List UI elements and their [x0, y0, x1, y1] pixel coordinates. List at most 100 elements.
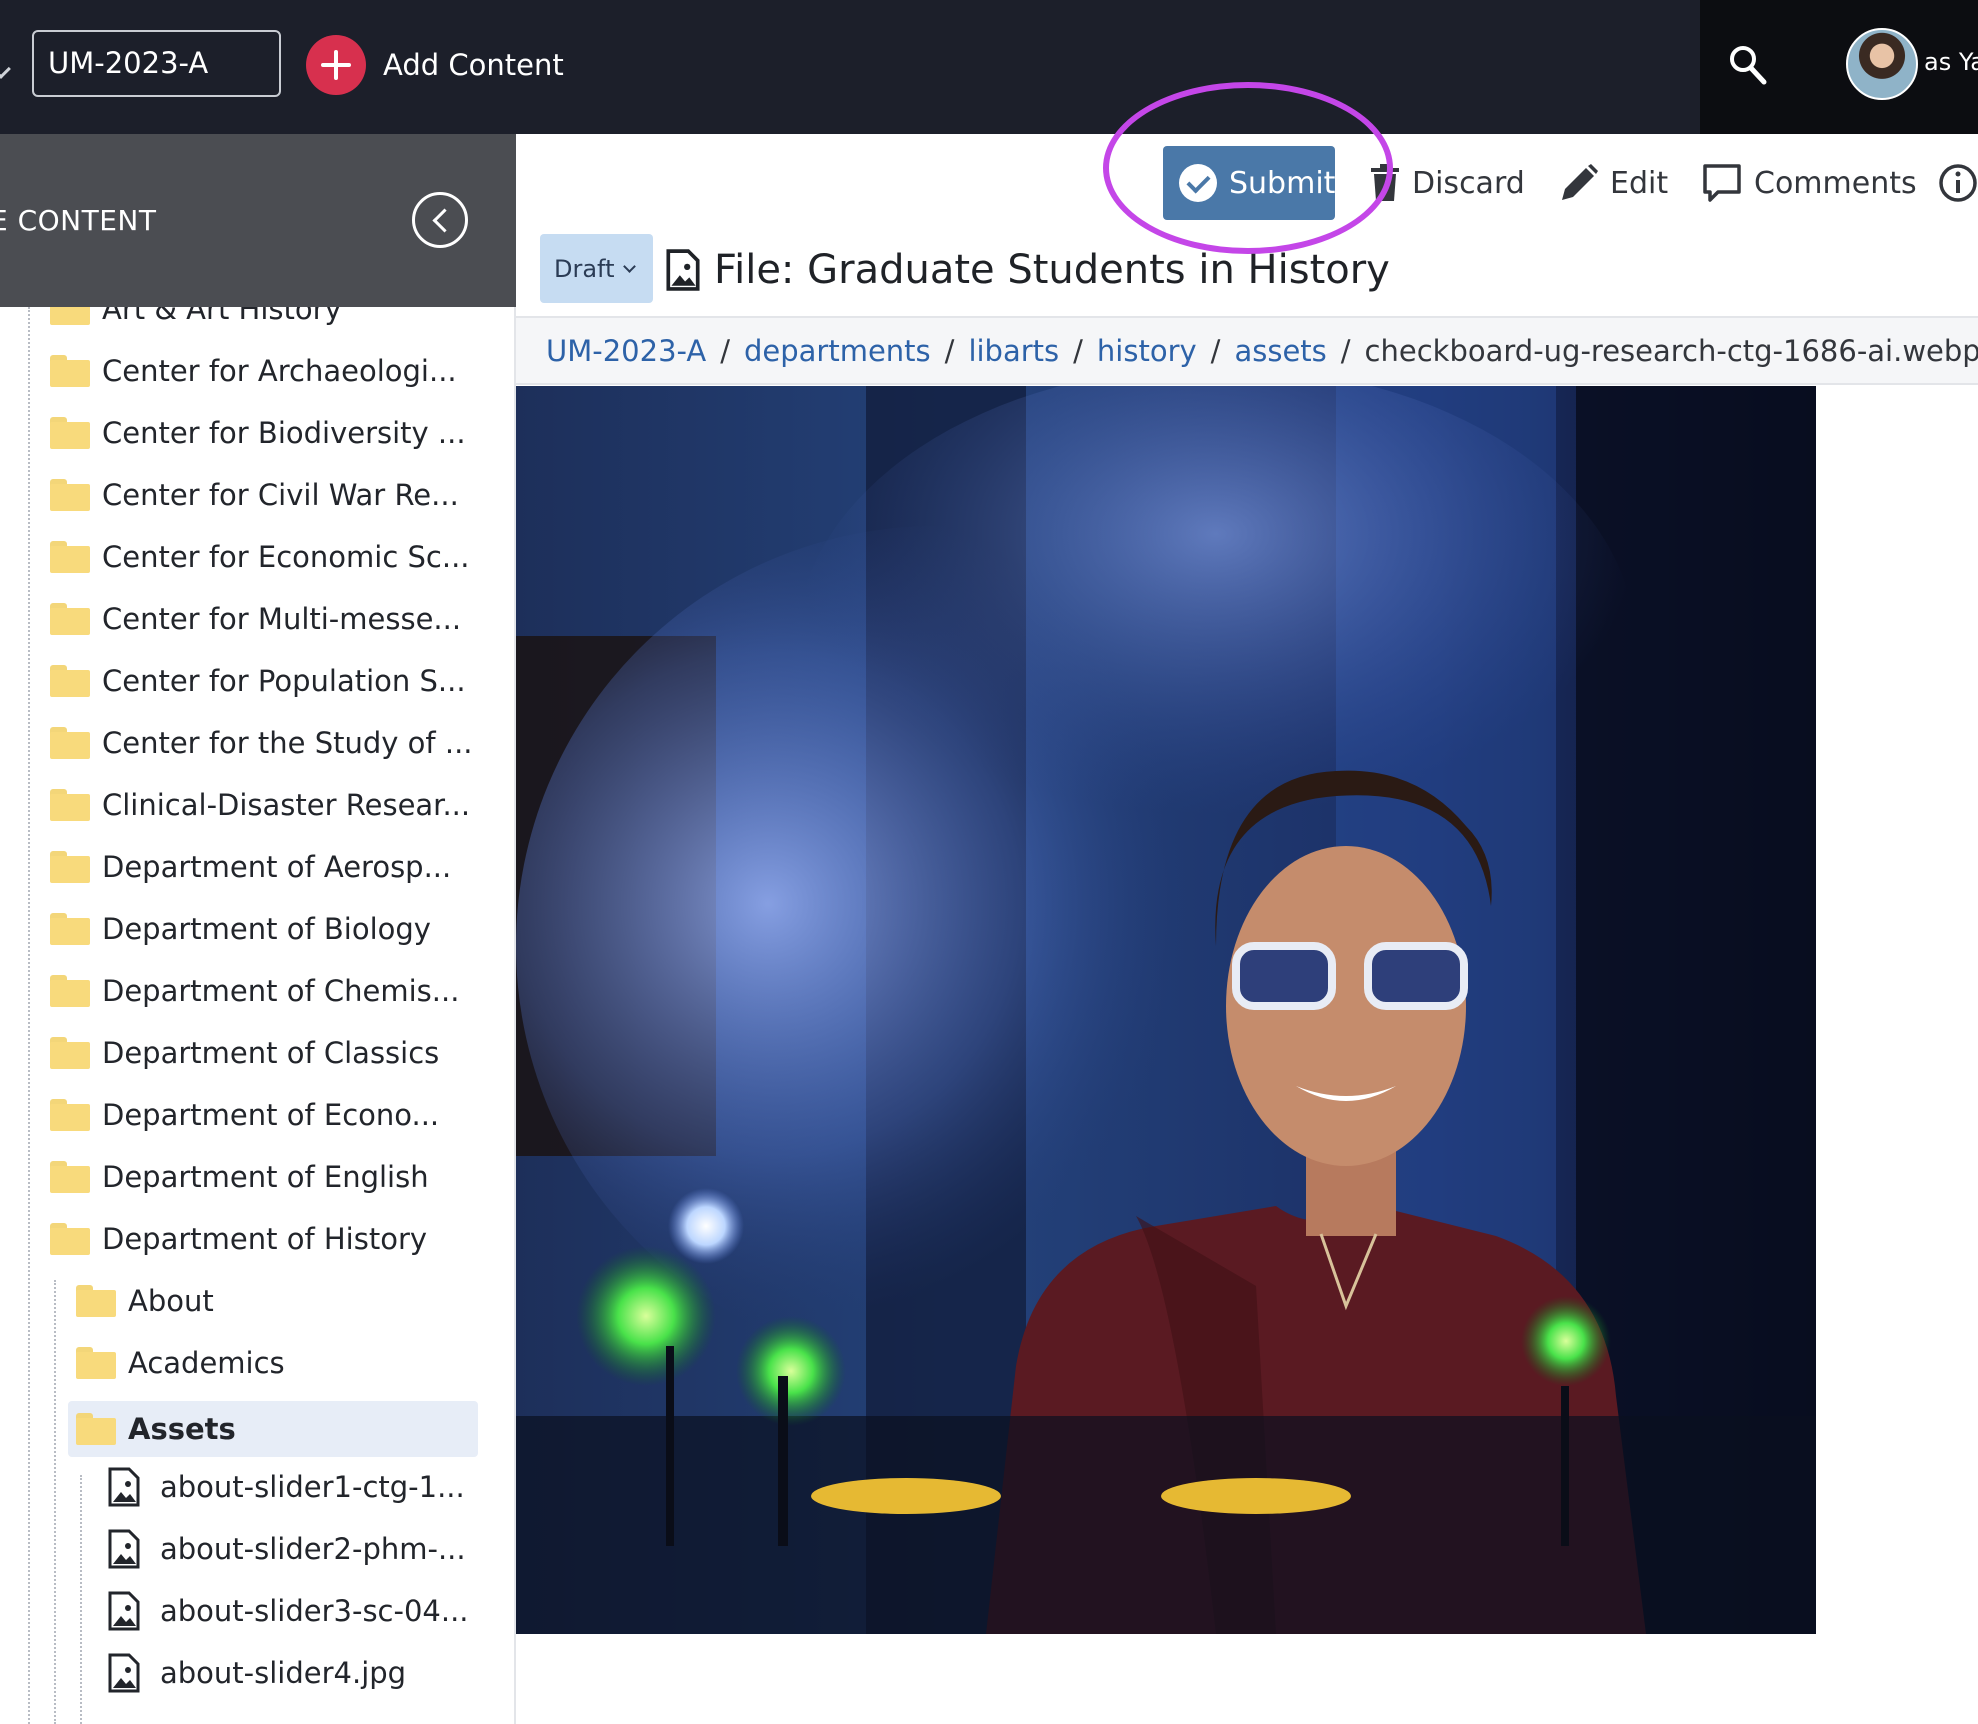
tree-item-about[interactable]: About — [76, 1274, 214, 1328]
tree-item-folder[interactable]: Department of Classics — [50, 1026, 439, 1080]
sidebar-header: E CONTENT — [0, 134, 516, 307]
site-selector[interactable]: UM-2023-A — [32, 30, 281, 97]
tree-item-folder[interactable]: Department of Aerosp... — [50, 840, 451, 894]
tree-item-folder[interactable]: Department of Chemis... — [50, 964, 459, 1018]
tree-item-label: Department of Chemis... — [102, 974, 460, 1008]
tree-item-file[interactable]: about-slider3-sc-04... — [108, 1584, 469, 1638]
folder-icon — [50, 727, 90, 759]
breadcrumb-separator: / — [1210, 333, 1221, 368]
folder-icon — [50, 665, 90, 697]
tree-guide-line — [80, 1475, 82, 1724]
add-content-button[interactable]: Add Content — [306, 34, 564, 96]
tree-item-label: Center for Biodiversity ... — [102, 416, 466, 450]
breadcrumb-link[interactable]: libarts — [968, 334, 1059, 368]
chevron-down-icon[interactable] — [0, 59, 11, 79]
comment-icon — [1703, 164, 1741, 202]
tree-item-academics[interactable]: Academics — [76, 1336, 285, 1390]
tree-item-folder[interactable]: Center for Archaeologi... — [50, 344, 457, 398]
content-tree: Art & Art History Center for Archaeologi… — [0, 307, 516, 1724]
tree-item-label: Department of Aerosp... — [102, 850, 452, 884]
tree-item-assets[interactable]: Assets — [68, 1401, 478, 1457]
tree-item-folder[interactable]: Center for Biodiversity ... — [50, 406, 466, 460]
tree-item-label: Center for Civil War Re... — [102, 478, 459, 512]
tree-item-label: Department of Econo... — [102, 1098, 440, 1132]
folder-icon — [76, 1285, 116, 1317]
collapse-sidebar-button[interactable] — [412, 192, 468, 248]
tree-item-label: Center for Population S... — [102, 664, 466, 698]
folder-icon — [50, 975, 90, 1007]
page-title: File: Graduate Students in History — [714, 247, 1390, 293]
tree-item-folder[interactable]: Center for Population S... — [50, 654, 466, 708]
tree-guide-line — [54, 1280, 56, 1724]
draft-label: Draft — [554, 254, 615, 283]
discard-button[interactable]: Discard — [1370, 160, 1525, 206]
breadcrumb-separator: / — [720, 333, 730, 368]
submit-button[interactable]: Submit — [1163, 146, 1335, 220]
breadcrumb-link[interactable]: history — [1097, 334, 1197, 368]
folder-icon — [50, 355, 90, 387]
edit-button[interactable]: Edit — [1560, 160, 1668, 206]
breadcrumb: UM-2023-A / departments / libarts / hist… — [516, 316, 1978, 385]
tree-item-folder[interactable]: Center for Economic Sc... — [50, 530, 470, 584]
folder-icon — [50, 1037, 90, 1069]
image-preview — [516, 386, 1816, 1634]
image-file-icon — [666, 249, 700, 291]
pencil-icon — [1562, 164, 1598, 200]
folder-icon — [50, 1223, 90, 1255]
breadcrumb-current: checkboard-ug-research-ctg-1686-ai.webp — [1364, 333, 1978, 368]
tree-item-label: Assets — [128, 1412, 236, 1446]
comments-button[interactable]: Comments — [1702, 160, 1917, 206]
tree-item-label: Department of English — [102, 1160, 429, 1194]
submit-label: Submit — [1229, 165, 1336, 201]
draft-status-dropdown[interactable]: Draft — [540, 234, 653, 303]
tree-item-label: Academics — [128, 1346, 285, 1380]
breadcrumb-separator: / — [944, 333, 955, 368]
tree-item-folder[interactable]: Department of Econo... — [50, 1088, 439, 1142]
tree-item-folder[interactable]: Department of English — [50, 1150, 429, 1204]
page-title-area: File: Graduate Students in History — [666, 244, 1390, 296]
edit-label: Edit — [1610, 165, 1669, 201]
tree-item-file[interactable]: about-slider4.jpg — [108, 1646, 406, 1700]
tree-item-label: about-slider4.jpg — [160, 1656, 407, 1690]
breadcrumb-link[interactable]: assets — [1234, 334, 1326, 368]
breadcrumb-separator: / — [1073, 333, 1083, 368]
user-label[interactable]: as Ya — [1924, 48, 1978, 76]
breadcrumb-link[interactable]: UM-2023-A — [546, 334, 706, 368]
tree-item-label: Center for Multi-messe... — [102, 602, 462, 636]
tree-item-label: about-slider2-phm-... — [160, 1532, 466, 1566]
tree-item-label: Department of History — [102, 1222, 428, 1256]
image-file-icon — [108, 1467, 140, 1507]
breadcrumb-separator: / — [1340, 333, 1351, 368]
avatar[interactable] — [1846, 28, 1918, 100]
tree-item-art-history[interactable]: Art & Art History — [50, 307, 342, 336]
discard-label: Discard — [1412, 165, 1525, 201]
tree-item-folder[interactable]: Department of Biology — [50, 902, 431, 956]
image-file-icon — [108, 1591, 140, 1631]
info-icon — [1939, 164, 1977, 202]
tree-item-folder[interactable]: Clinical-Disaster Resear... — [50, 778, 470, 832]
tree-item-folder[interactable]: Center for Multi-messe... — [50, 592, 461, 646]
folder-icon — [50, 307, 90, 325]
tree-item-department-history[interactable]: Department of History — [50, 1212, 427, 1266]
breadcrumb-link[interactable]: departments — [744, 334, 931, 368]
folder-icon — [50, 789, 90, 821]
folder-icon — [50, 913, 90, 945]
tree-item-label: Department of Biology — [102, 912, 431, 946]
top-bar: UM-2023-A Add Content as Ya — [0, 0, 1978, 134]
info-button[interactable] — [1938, 160, 1978, 206]
trash-icon — [1371, 164, 1399, 201]
tree-item-folder[interactable]: Center for Civil War Re... — [50, 468, 459, 522]
add-content-label: Add Content — [383, 48, 564, 82]
tree-item-folder[interactable]: Center for the Study of ... — [50, 716, 473, 770]
tree-item-file[interactable]: about-slider2-phm-... — [108, 1522, 466, 1576]
folder-icon — [50, 1099, 90, 1131]
comments-label: Comments — [1754, 165, 1917, 201]
folder-icon — [50, 479, 90, 511]
tree-item-file[interactable]: about-slider1-ctg-1... — [108, 1460, 465, 1514]
tree-item-label: Center for Archaeologi... — [102, 354, 457, 388]
search-icon[interactable] — [1728, 44, 1768, 86]
tree-guide-line — [28, 307, 30, 1724]
tree-item-label: Center for the Study of ... — [102, 726, 473, 760]
folder-icon — [50, 1161, 90, 1193]
tree-item-label: Department of Classics — [102, 1036, 440, 1070]
